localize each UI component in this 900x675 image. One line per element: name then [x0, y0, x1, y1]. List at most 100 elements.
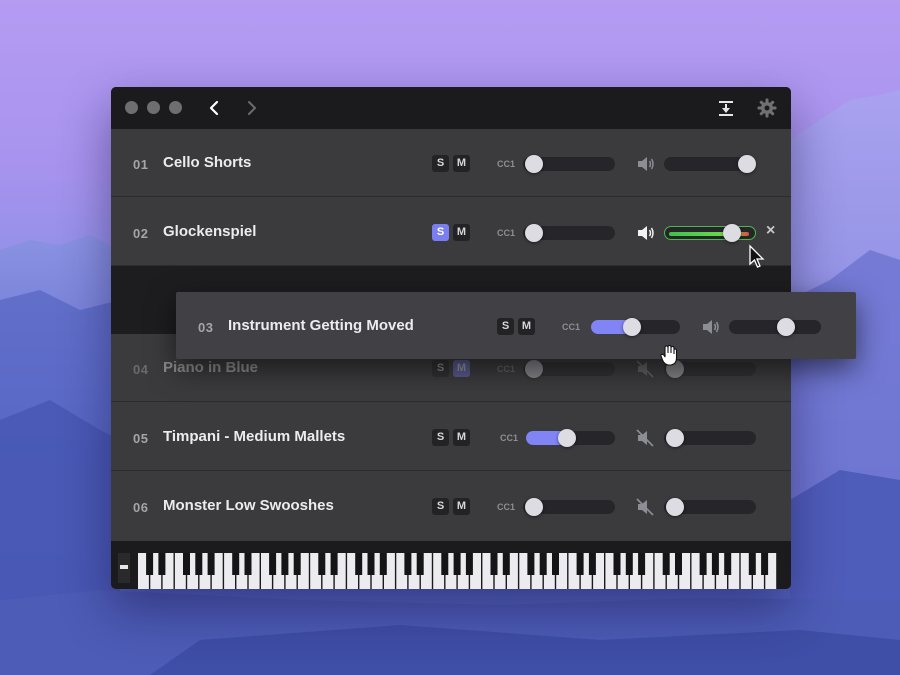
cc-slider[interactable] — [523, 360, 615, 378]
gear-icon[interactable] — [757, 98, 777, 118]
cc-slider-knob[interactable] — [525, 155, 543, 173]
black-key[interactable] — [367, 553, 375, 575]
black-key[interactable] — [441, 553, 449, 575]
mute-button[interactable]: M — [453, 224, 470, 241]
black-key[interactable] — [195, 553, 203, 575]
window-zoom-button[interactable] — [169, 101, 182, 114]
black-key[interactable] — [416, 553, 424, 575]
cc-label: CC1 — [497, 364, 516, 374]
speaker-icon[interactable] — [636, 224, 656, 242]
remove-track-button[interactable]: × — [766, 222, 775, 240]
track-number: 02 — [133, 226, 149, 241]
track-row[interactable]: 06 Monster Low Swooshes S M CC1 — [111, 472, 791, 540]
solo-button[interactable]: S — [432, 360, 449, 377]
cc-slider-knob[interactable] — [525, 498, 543, 516]
black-key[interactable] — [183, 553, 190, 575]
volume-slider[interactable] — [664, 155, 756, 173]
track-row[interactable]: 05 Timpani - Medium Mallets S M CC1 — [111, 403, 791, 471]
solo-button[interactable]: S — [432, 224, 449, 241]
black-key[interactable] — [761, 553, 769, 575]
cc-slider[interactable] — [523, 155, 615, 173]
speaker-muted-icon[interactable] — [636, 498, 656, 516]
piano-keys[interactable] — [138, 553, 778, 589]
speaker-icon[interactable] — [701, 318, 721, 336]
speaker-muted-icon[interactable] — [636, 360, 656, 378]
solo-button[interactable]: S — [432, 429, 449, 446]
dragged-track-row[interactable]: 03 Instrument Getting Moved S M CC1 — [176, 292, 856, 359]
window-close-button[interactable] — [125, 101, 138, 114]
volume-slider-knob[interactable] — [666, 498, 684, 516]
speaker-icon[interactable] — [636, 155, 656, 173]
download-icon[interactable] — [717, 98, 735, 118]
track-number: 04 — [133, 362, 149, 377]
cc-slider-knob[interactable] — [558, 429, 576, 447]
cc-slider-knob[interactable] — [623, 318, 641, 336]
black-key[interactable] — [244, 553, 252, 575]
volume-slider[interactable] — [664, 429, 756, 447]
solo-button[interactable]: S — [432, 155, 449, 172]
piano-keyboard-bar — [111, 541, 791, 589]
solo-button[interactable]: S — [432, 498, 449, 515]
black-key[interactable] — [355, 553, 363, 575]
black-key[interactable] — [207, 553, 215, 575]
volume-slider-knob[interactable] — [666, 429, 684, 447]
volume-slider[interactable] — [664, 224, 756, 242]
arrow-cursor-icon — [749, 244, 765, 268]
black-key[interactable] — [699, 553, 707, 575]
solo-button[interactable]: S — [497, 318, 514, 335]
cc-slider-knob[interactable] — [525, 224, 543, 242]
mute-button[interactable]: M — [453, 360, 470, 377]
track-row[interactable]: 01 Cello Shorts S M CC1 — [111, 129, 791, 197]
black-key[interactable] — [318, 553, 326, 575]
black-key[interactable] — [465, 553, 473, 575]
cc-slider[interactable] — [526, 429, 615, 447]
black-key[interactable] — [675, 553, 682, 575]
cc-label: CC1 — [497, 159, 516, 169]
black-key[interactable] — [269, 553, 277, 575]
window-minimize-button[interactable] — [147, 101, 160, 114]
volume-slider[interactable] — [729, 318, 821, 336]
black-key[interactable] — [404, 553, 412, 575]
black-key[interactable] — [552, 553, 559, 575]
volume-slider-knob[interactable] — [723, 224, 741, 242]
black-key[interactable] — [330, 553, 338, 575]
black-key[interactable] — [625, 553, 633, 575]
black-key[interactable] — [281, 553, 289, 575]
black-key[interactable] — [293, 553, 301, 575]
cc-slider[interactable] — [523, 224, 615, 242]
black-key[interactable] — [711, 553, 719, 575]
mute-button[interactable]: M — [453, 155, 470, 172]
black-key[interactable] — [146, 553, 154, 575]
chevron-right-icon[interactable] — [245, 98, 259, 118]
mute-button[interactable]: M — [453, 498, 470, 515]
track-row[interactable]: 02 Glockenspiel S M CC1 × — [111, 198, 791, 266]
cc-slider-knob[interactable] — [525, 360, 543, 378]
cc-slider[interactable] — [523, 498, 615, 516]
black-key[interactable] — [748, 553, 756, 575]
black-key[interactable] — [453, 553, 461, 575]
volume-slider[interactable] — [664, 498, 756, 516]
black-key[interactable] — [724, 553, 732, 575]
black-key[interactable] — [232, 553, 240, 575]
black-key[interactable] — [576, 553, 584, 575]
black-key[interactable] — [158, 553, 166, 575]
black-key[interactable] — [588, 553, 596, 575]
black-key[interactable] — [662, 553, 670, 575]
black-key[interactable] — [490, 553, 498, 575]
track-name: Timpani - Medium Mallets — [163, 428, 346, 445]
black-key[interactable] — [502, 553, 510, 575]
speaker-muted-icon[interactable] — [636, 429, 656, 447]
black-key[interactable] — [379, 553, 387, 575]
black-key[interactable] — [539, 553, 547, 575]
black-key[interactable] — [527, 553, 535, 575]
octave-indicator[interactable] — [118, 553, 130, 583]
black-key[interactable] — [638, 553, 646, 575]
chevron-left-icon[interactable] — [207, 98, 221, 118]
volume-slider-knob[interactable] — [777, 318, 795, 336]
cc-slider[interactable] — [591, 318, 680, 336]
black-key[interactable] — [613, 553, 621, 575]
track-name: Instrument Getting Moved — [228, 317, 414, 334]
mute-button[interactable]: M — [453, 429, 470, 446]
volume-slider-knob[interactable] — [738, 155, 756, 173]
mute-button[interactable]: M — [518, 318, 535, 335]
